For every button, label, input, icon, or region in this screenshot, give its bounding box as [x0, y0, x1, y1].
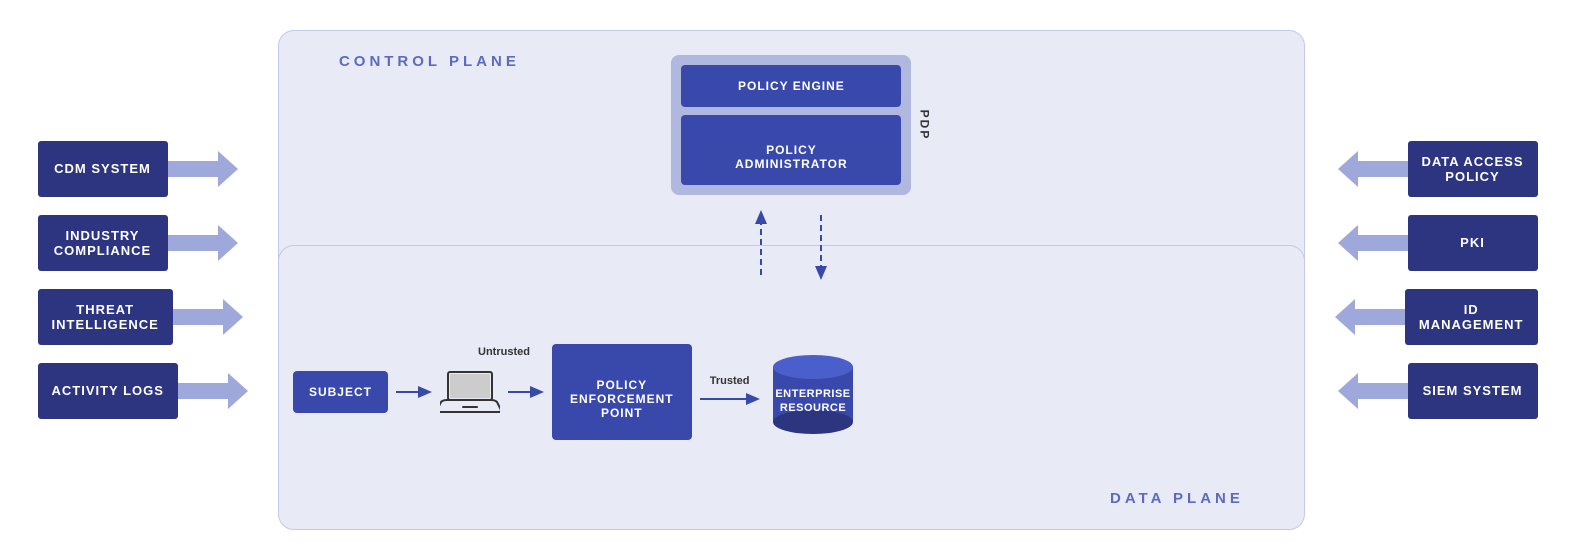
left-item-threat: THREAT INTELLIGENCE	[38, 289, 243, 345]
data-access-policy-box: DATA ACCESS POLICY	[1408, 141, 1538, 197]
pdp-label: PDP	[917, 109, 931, 140]
left-item-activity: ACTIVITY LOGS	[38, 363, 248, 419]
policy-engine-box: POLICY ENGINE	[681, 65, 901, 107]
siem-system-box: SIEM SYSTEM	[1408, 363, 1538, 419]
trusted-section: Trusted	[700, 375, 760, 409]
right-item-data-access: DATA ACCESS POLICY	[1338, 141, 1538, 197]
pki-box: PKI	[1408, 215, 1538, 271]
enterprise-resource-svg: ENTERPRISE RESOURCE	[768, 347, 858, 437]
cdm-system-box: CDM SYSTEM	[38, 141, 168, 197]
left-item-compliance: INDUSTRY COMPLIANCE	[38, 215, 238, 271]
trusted-label: Trusted	[710, 375, 750, 387]
activity-arrow	[178, 371, 248, 411]
id-mgmt-arrow	[1335, 297, 1405, 337]
cdm-arrow	[168, 149, 238, 189]
siem-arrow	[1338, 371, 1408, 411]
right-column: DATA ACCESS POLICY PKI ID MANAGEMENT	[1335, 141, 1538, 419]
center-area: CONTROL PLANE DATA PLANE POLICY ENGINE P…	[248, 15, 1335, 545]
untrusted-label: Untrusted	[478, 346, 530, 358]
diagram: CDM SYSTEM INDUSTRY COMPLIANCE THREAT IN	[38, 15, 1538, 545]
trusted-arrow	[700, 389, 760, 409]
policy-admin-box: POLICY ADMINISTRATOR	[681, 115, 901, 185]
left-column: CDM SYSTEM INDUSTRY COMPLIANCE THREAT IN	[38, 141, 248, 419]
svg-text:RESOURCE: RESOURCE	[779, 402, 845, 414]
data-access-arrow	[1338, 149, 1408, 189]
activity-logs-box: ACTIVITY LOGS	[38, 363, 178, 419]
laptop-icon: Untrusted	[440, 368, 500, 416]
compliance-arrow	[168, 223, 238, 263]
data-plane-content: SUBJECT Untrusted	[293, 270, 1290, 515]
subject-to-laptop-arrow	[396, 382, 432, 402]
laptop-svg	[440, 368, 500, 416]
threat-arrow	[173, 297, 243, 337]
right-item-siem: SIEM SYSTEM	[1338, 363, 1538, 419]
subject-box: SUBJECT	[293, 371, 388, 413]
right-item-id-mgmt: ID MANAGEMENT	[1335, 289, 1538, 345]
threat-intelligence-box: THREAT INTELLIGENCE	[38, 289, 173, 345]
control-plane-label: CONTROL PLANE	[339, 53, 520, 70]
laptop-to-pep-arrow	[508, 382, 544, 402]
pdp-area: POLICY ENGINE POLICY ADMINISTRATOR PDP	[671, 55, 911, 195]
id-management-box: ID MANAGEMENT	[1405, 289, 1538, 345]
pep-box: POLICY ENFORCEMENT POINT	[552, 344, 692, 440]
svg-text:ENTERPRISE: ENTERPRISE	[775, 388, 850, 400]
industry-compliance-box: INDUSTRY COMPLIANCE	[38, 215, 168, 271]
pki-arrow	[1338, 223, 1408, 263]
left-item-cdm: CDM SYSTEM	[38, 141, 238, 197]
enterprise-resource: ENTERPRISE RESOURCE	[768, 347, 858, 437]
right-item-pki: PKI	[1338, 215, 1538, 271]
